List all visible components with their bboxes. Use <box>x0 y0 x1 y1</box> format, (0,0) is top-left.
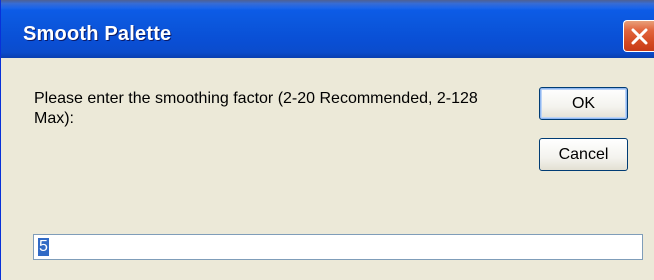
smooth-palette-dialog: Smooth Palette Please enter the smoothin… <box>0 0 654 280</box>
window-title: Smooth Palette <box>23 23 172 45</box>
smoothing-factor-input[interactable]: 5 <box>33 234 643 260</box>
title-bar[interactable]: Smooth Palette <box>1 0 654 58</box>
close-icon <box>631 28 648 45</box>
cancel-button[interactable]: Cancel <box>539 138 628 171</box>
smoothing-factor-value: 5 <box>38 238 49 256</box>
ok-button[interactable]: OK <box>539 87 628 120</box>
close-button[interactable] <box>623 20 654 52</box>
title-bar-shine <box>1 0 654 10</box>
prompt-message: Please enter the smoothing factor (2-20 … <box>34 90 478 127</box>
